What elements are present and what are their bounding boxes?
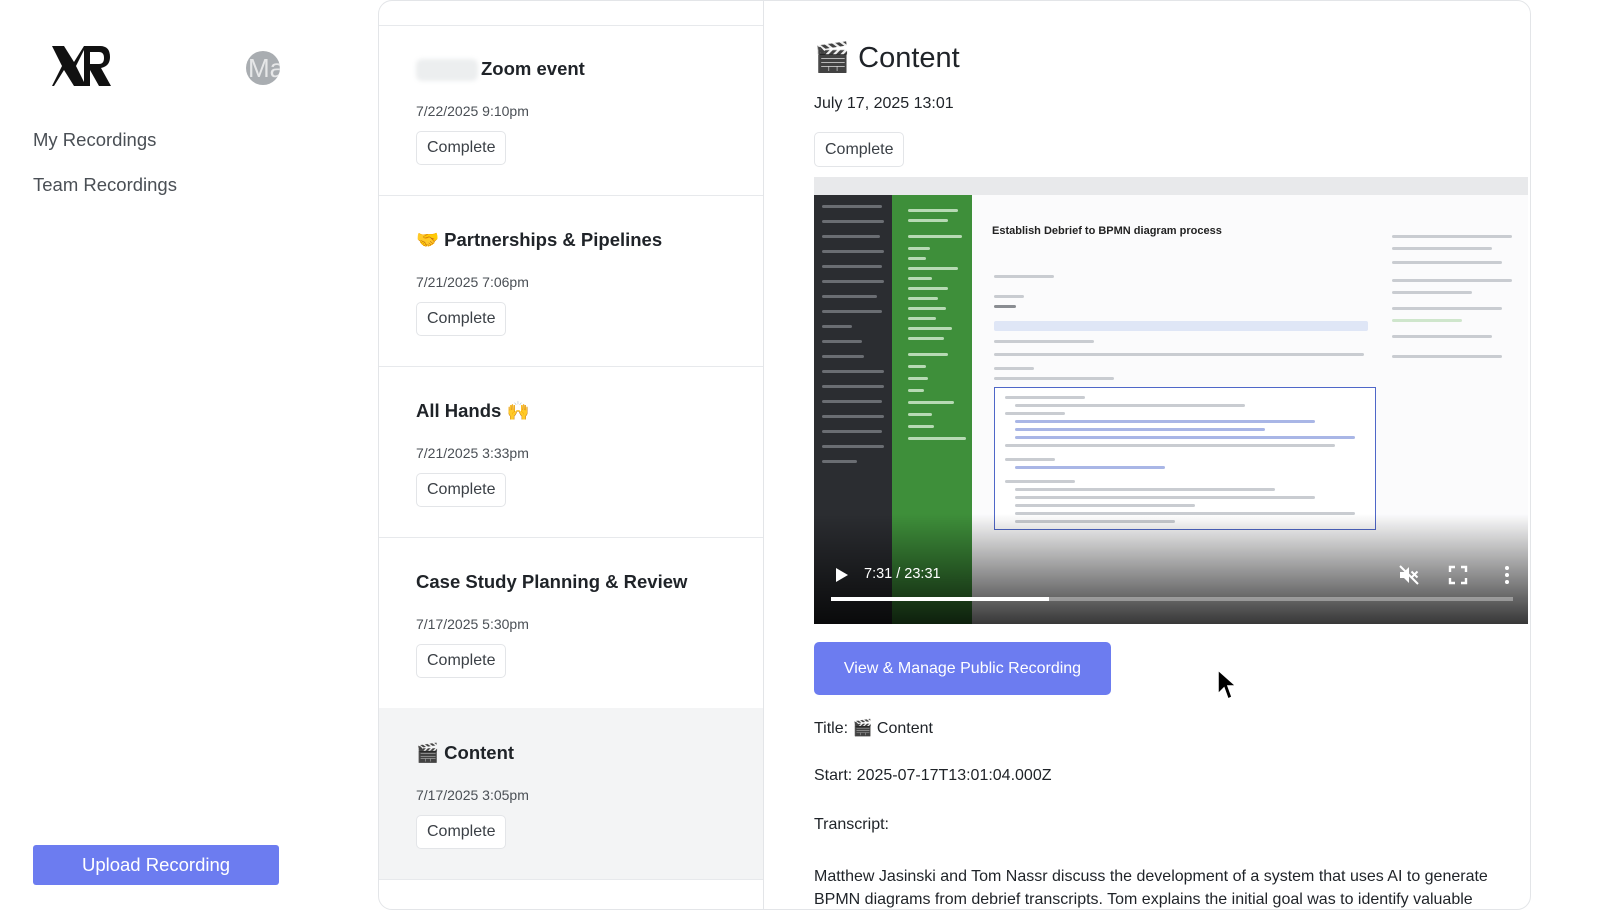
detail-status-badge: Complete <box>814 132 905 167</box>
recording-title-text: Zoom event <box>481 58 585 79</box>
list-item[interactable]: Case Study Planning & Review 7/17/2025 5… <box>379 537 763 709</box>
list-item[interactable] <box>379 1 763 26</box>
nav-my-recordings[interactable]: My Recordings <box>33 129 156 151</box>
recording-date: 7/21/2025 3:33pm <box>416 445 529 461</box>
user-avatar[interactable]: Ma <box>246 51 280 85</box>
list-item[interactable]: Zoom event 7/22/2025 9:10pm Complete <box>379 24 763 196</box>
fullscreen-icon[interactable] <box>1446 563 1470 587</box>
video-player[interactable]: Establish Debrief to BPMN diagram proces… <box>814 177 1528 624</box>
recording-date: 7/17/2025 5:30pm <box>416 616 529 632</box>
title-line: Title: 🎬 Content <box>814 720 933 737</box>
detail-title: 🎬 Content <box>814 42 960 74</box>
transcript-label: Transcript: <box>814 816 889 833</box>
sidebar: Ma My Recordings Team Recordings Upload … <box>0 0 300 900</box>
recording-title: All Hands 🙌 <box>416 400 530 421</box>
recording-detail: 🎬 Content July 17, 2025 13:01 Complete E… <box>787 1 1530 909</box>
recording-date: 7/22/2025 9:10pm <box>416 103 529 119</box>
recording-date: 7/21/2025 7:06pm <box>416 274 529 290</box>
video-progress-fill <box>831 597 1050 601</box>
muted-volume-icon[interactable] <box>1397 563 1421 587</box>
recording-title: 🎬 Content <box>416 742 515 763</box>
status-badge: Complete <box>416 644 507 678</box>
blurred-emoji <box>416 59 478 82</box>
status-badge: Complete <box>416 815 507 849</box>
more-options-icon[interactable] <box>1495 563 1519 587</box>
list-item-selected[interactable]: 🎬 Content 7/17/2025 3:05pm Complete <box>379 708 763 880</box>
list-item[interactable]: All Hands 🙌 7/21/2025 3:33pm Complete <box>379 366 763 538</box>
video-screen-highlight-box <box>994 387 1376 530</box>
recording-date: 7/17/2025 3:05pm <box>416 787 529 803</box>
video-screen-browser-bar <box>814 177 1528 195</box>
video-progress-bar[interactable] <box>831 597 1513 601</box>
video-time: 7:31 / 23:31 <box>864 566 941 582</box>
start-line: Start: 2025-07-17T13:01:04.000Z <box>814 767 1052 784</box>
recording-title: Zoom event <box>416 58 585 82</box>
transcript-text: Matthew Jasinski and Tom Nassr discuss t… <box>814 868 1488 908</box>
recordings-list: Zoom event 7/22/2025 9:10pm Complete 🤝 P… <box>379 1 764 909</box>
view-manage-public-recording-button[interactable]: View & Manage Public Recording <box>814 642 1111 695</box>
nav-team-recordings[interactable]: Team Recordings <box>33 174 177 196</box>
list-item[interactable]: 🤝 Partnerships & Pipelines 7/21/2025 7:0… <box>379 195 763 367</box>
detail-date: July 17, 2025 13:01 <box>814 95 954 112</box>
upload-recording-button[interactable]: Upload Recording <box>33 845 279 885</box>
mouse-cursor-icon <box>1217 668 1238 701</box>
recording-title: Case Study Planning & Review <box>416 571 688 592</box>
video-screen-doc-title: Establish Debrief to BPMN diagram proces… <box>992 225 1222 237</box>
main-panel: Zoom event 7/22/2025 9:10pm Complete 🤝 P… <box>378 0 1531 910</box>
status-badge: Complete <box>416 131 507 165</box>
status-badge: Complete <box>416 302 507 336</box>
xr-logo[interactable] <box>50 44 112 88</box>
recording-title: 🤝 Partnerships & Pipelines <box>416 229 663 250</box>
status-badge: Complete <box>416 473 507 507</box>
play-icon[interactable] <box>831 565 851 585</box>
